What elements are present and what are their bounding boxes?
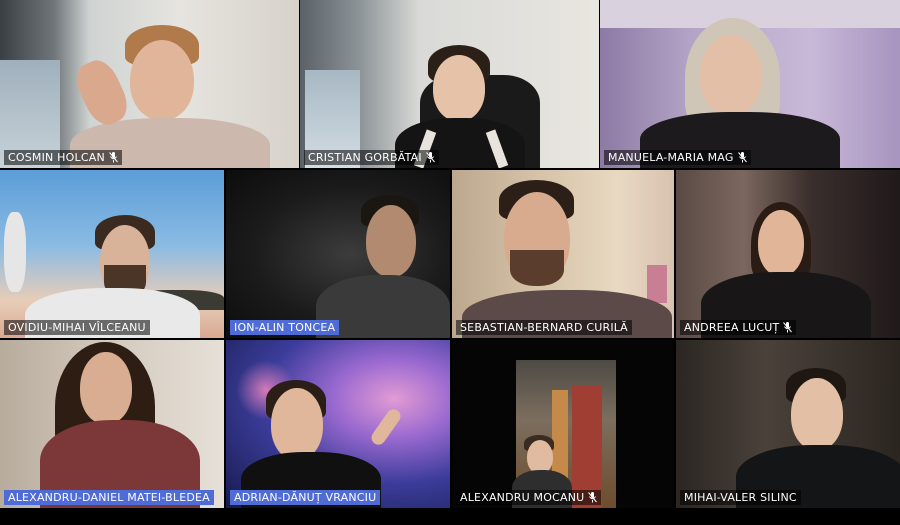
participant-name: COSMIN HOLCAN [8, 151, 105, 164]
participant-name-tag: MANUELA-MARIA MAG [604, 150, 751, 165]
video-tile-adrian-danut-vranciu[interactable]: ADRIAN-DĂNUȚ VRANCIU [226, 340, 450, 508]
participant-name: MANUELA-MARIA MAG [608, 151, 734, 164]
mic-muted-icon [783, 322, 793, 333]
video-tile-mihai-valer-silinc[interactable]: MIHAI-VALER SILINC [676, 340, 900, 508]
participant-name-tag: OVIDIU-MIHAI VÎLCEANU [4, 320, 150, 335]
video-tile-cosmin-holcan[interactable]: COSMIN HOLCAN [0, 0, 299, 168]
participant-name-tag: ANDREEA LUCUȚ [680, 320, 797, 335]
video-tile-andreea-lucut[interactable]: ANDREEA LUCUȚ [676, 170, 900, 338]
participant-name-tag: ION-ALIN TONCEA [230, 320, 340, 335]
participant-name: ADRIAN-DĂNUȚ VRANCIU [234, 491, 377, 504]
video-tile-sebastian-bernard-curila[interactable]: SEBASTIAN-BERNARD CURILĂ [452, 170, 674, 338]
video-tile-alexandru-mocanu[interactable]: ALEXANDRU MOCANU [452, 340, 674, 508]
participant-name-tag: SEBASTIAN-BERNARD CURILĂ [456, 320, 632, 335]
participant-name: SEBASTIAN-BERNARD CURILĂ [460, 321, 628, 334]
participant-name-tag: CRISTIAN GORBĂTAI [304, 150, 439, 165]
video-tile-ion-alin-toncea[interactable]: ION-ALIN TONCEA [226, 170, 450, 338]
video-tile-ovidiu-mihai-vilceanu[interactable]: OVIDIU-MIHAI VÎLCEANU [0, 170, 224, 338]
video-tile-manuela-maria-mag[interactable]: MANUELA-MARIA MAG [600, 0, 900, 168]
participant-name-tag: COSMIN HOLCAN [4, 150, 122, 165]
participant-name-tag: ALEXANDRU MOCANU [456, 490, 602, 505]
participant-name-tag: ALEXANDRU-DANIEL MATEI-BLEDEA [4, 490, 214, 505]
mic-muted-icon [737, 152, 747, 163]
video-grid: COSMIN HOLCAN CRISTIAN GORBĂTAI MANUELA-… [0, 0, 900, 525]
video-tile-alexandru-daniel-matei-bledea[interactable]: ALEXANDRU-DANIEL MATEI-BLEDEA [0, 340, 224, 508]
mic-muted-icon [108, 152, 118, 163]
participant-name: ION-ALIN TONCEA [234, 321, 336, 334]
participant-name-tag: MIHAI-VALER SILINC [680, 490, 801, 505]
bottom-bar [0, 514, 900, 525]
mic-muted-icon [588, 492, 598, 503]
participant-name: OVIDIU-MIHAI VÎLCEANU [8, 321, 146, 334]
participant-name: MIHAI-VALER SILINC [684, 491, 797, 504]
participant-name: CRISTIAN GORBĂTAI [308, 151, 422, 164]
video-tile-cristian-gorbatai[interactable]: CRISTIAN GORBĂTAI [300, 0, 599, 168]
participant-name: ALEXANDRU-DANIEL MATEI-BLEDEA [8, 491, 210, 504]
mic-muted-icon [425, 152, 435, 163]
participant-name: ALEXANDRU MOCANU [460, 491, 585, 504]
participant-name: ANDREEA LUCUȚ [684, 321, 780, 334]
participant-name-tag: ADRIAN-DĂNUȚ VRANCIU [230, 490, 381, 505]
